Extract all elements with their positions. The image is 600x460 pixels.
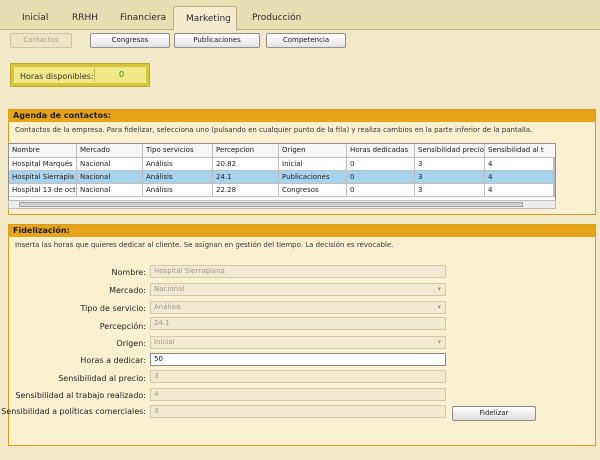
table-row-selected[interactable]: Hospital Sierrapla Nacional Análisis 24.… bbox=[9, 171, 555, 184]
nombre-field: Hospital Sierraplana bbox=[150, 265, 446, 278]
table-cell: Congresos bbox=[279, 184, 347, 197]
column-header-sens-trabajo[interactable]: Sensibilidad al t bbox=[485, 144, 555, 158]
subtab-contactos: Contactos bbox=[10, 33, 72, 48]
fidelizar-button[interactable]: Fidelizar bbox=[452, 406, 536, 421]
table-cell: 0 bbox=[347, 184, 415, 197]
table-cell: Inicial bbox=[279, 158, 347, 171]
table-vertical-scrollbar[interactable] bbox=[554, 158, 555, 198]
table-cell: Nacional bbox=[77, 184, 143, 197]
table-row[interactable]: Hospital Marqués Nacional Análisis 20.82… bbox=[9, 158, 555, 171]
column-header-tipo[interactable]: Tipo servicios bbox=[143, 144, 213, 158]
subtab-competencia[interactable]: Competencia bbox=[266, 33, 346, 48]
column-header-percepcion[interactable]: Percepcion bbox=[213, 144, 279, 158]
tipo-servicio-select: Análisis bbox=[150, 301, 446, 314]
table-cell: Análisis bbox=[143, 158, 213, 171]
percepcion-field: 24.1 bbox=[150, 317, 446, 330]
table-cell: 3 bbox=[415, 171, 485, 184]
table-cell: 3 bbox=[415, 184, 485, 197]
table-cell: 4 bbox=[485, 158, 554, 171]
sens-politicas-field: 3 bbox=[150, 405, 446, 418]
table-cell: 0 bbox=[347, 158, 415, 171]
sens-trabajo-label: Sensibilidad al trabajo realizado: bbox=[15, 391, 146, 400]
origen-select: Inicial bbox=[150, 336, 446, 349]
tab-marketing[interactable]: Marketing bbox=[173, 6, 237, 31]
column-header-horas[interactable]: Horas dedicadas bbox=[347, 144, 415, 158]
table-cell: Nacional bbox=[77, 171, 143, 184]
tab-inicial[interactable]: Inicial bbox=[10, 8, 54, 30]
tab-rrhh[interactable]: RRHH bbox=[60, 8, 104, 30]
sens-trabajo-field: 4 bbox=[150, 388, 446, 401]
tipo-servicio-label: Tipo de servicio: bbox=[80, 304, 146, 313]
sens-politicas-label: Sensibilidad a políticas comerciales: bbox=[1, 407, 146, 416]
sens-precio-field: 3 bbox=[150, 370, 446, 383]
table-cell: Publicaciones bbox=[279, 171, 347, 184]
agenda-description: Contactos de la empresa. Para fidelizar,… bbox=[15, 126, 533, 134]
column-header-nombre[interactable]: Nombre bbox=[9, 144, 77, 158]
horas-label: Horas a dedicar: bbox=[80, 356, 146, 365]
fidelizacion-title: Fidelización: bbox=[9, 225, 595, 237]
table-cell: Análisis bbox=[143, 171, 213, 184]
subtab-congresos[interactable]: Congresos bbox=[90, 33, 170, 48]
column-header-origen[interactable]: Origen bbox=[279, 144, 347, 158]
table-header-row: Nombre Mercado Tipo servicios Percepcion… bbox=[9, 144, 555, 158]
table-cell: Hospital 13 de oct bbox=[9, 184, 77, 197]
origen-label: Origen: bbox=[116, 339, 146, 348]
table-cell: Nacional bbox=[77, 158, 143, 171]
agenda-title: Agenda de contactos: bbox=[9, 110, 595, 122]
table-cell: Hospital Sierrapla bbox=[9, 171, 77, 184]
column-header-sens-precio[interactable]: Sensibilidad precio bbox=[415, 144, 485, 158]
subtab-publicaciones[interactable]: Publicaciones bbox=[174, 33, 260, 48]
table-cell: 22.28 bbox=[213, 184, 279, 197]
mercado-label: Mercado: bbox=[109, 286, 146, 295]
table-cell: 24.1 bbox=[213, 171, 279, 184]
horas-input[interactable]: 50 bbox=[150, 353, 446, 366]
table-row[interactable]: Hospital 13 de oct Nacional Análisis 22.… bbox=[9, 184, 555, 197]
available-hours-box: Horas disponibles: 0 bbox=[10, 63, 150, 87]
available-hours-value: 0 bbox=[94, 68, 148, 82]
horizontal-scroll-thumb[interactable] bbox=[19, 202, 523, 207]
table-cell: Hospital Marqués bbox=[9, 158, 77, 171]
table-horizontal-scrollbar[interactable] bbox=[8, 200, 556, 209]
sens-precio-label: Sensibilidad al precio: bbox=[58, 374, 146, 383]
percepcion-label: Percepción: bbox=[99, 322, 146, 331]
column-header-mercado[interactable]: Mercado bbox=[77, 144, 143, 158]
fidelizacion-description: Inserta las horas que quieres dedicar al… bbox=[15, 241, 394, 249]
tab-produccion[interactable]: Producción bbox=[240, 8, 304, 30]
table-cell: 0 bbox=[347, 171, 415, 184]
table-cell: 4 bbox=[485, 184, 554, 197]
table-cell: 3 bbox=[415, 158, 485, 171]
table-cell: Análisis bbox=[143, 184, 213, 197]
nombre-label: Nombre: bbox=[111, 268, 146, 277]
table-cell: 4 bbox=[485, 171, 554, 184]
mercado-select: Nacional bbox=[150, 283, 446, 296]
table-cell: 20.82 bbox=[213, 158, 279, 171]
available-hours-label: Horas disponibles: bbox=[20, 72, 94, 81]
main-tab-bar: Inicial RRHH Financiera Marketing Produc… bbox=[0, 0, 600, 31]
tab-financiera[interactable]: Financiera bbox=[108, 8, 170, 30]
